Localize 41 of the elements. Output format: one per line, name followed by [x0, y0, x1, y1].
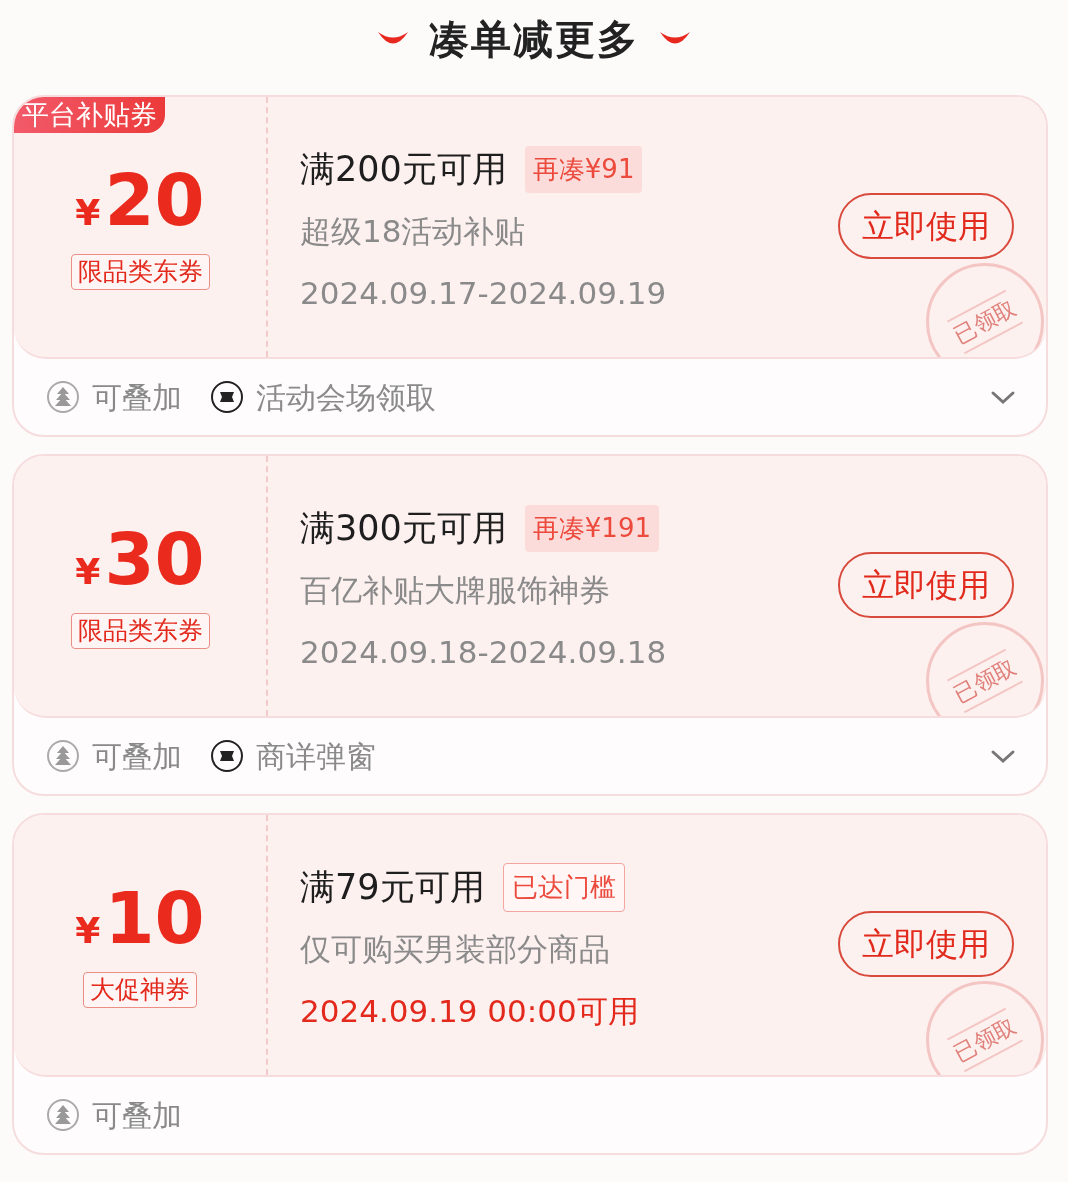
use-now-button[interactable]: 立即使用 — [838, 911, 1014, 977]
threshold-label: 再凑¥91 — [524, 145, 643, 193]
corner-tag: 平台补贴券 — [14, 97, 165, 133]
claimed-stamp: 已领取 — [926, 263, 1044, 357]
coupon-tag: 限品类东券 — [70, 613, 210, 649]
validity-date: 2024.09.19 00:00可用 — [300, 992, 639, 1031]
currency-symbol: ¥ — [75, 909, 101, 953]
coupon-description: 仅可购买男装部分商品 — [300, 929, 610, 969]
claimed-stamp: 已领取 — [926, 622, 1044, 716]
ticket-icon — [210, 380, 244, 414]
currency-symbol: ¥ — [75, 191, 101, 235]
threshold-label: 再凑¥191 — [524, 504, 659, 552]
validity-date: 2024.09.17-2024.09.19 — [300, 274, 667, 313]
coupon-description: 超级18活动补贴 — [300, 211, 526, 251]
source-label: 活动会场领取 — [256, 378, 436, 417]
coupon-condition: 满300元可用 — [300, 507, 507, 550]
use-now-button[interactable]: 立即使用 — [838, 193, 1014, 259]
stackable-label: 可叠加 — [92, 378, 182, 417]
coupon-amount: 10 — [104, 882, 205, 954]
ticket-icon — [210, 739, 244, 773]
use-now-button[interactable]: 立即使用 — [838, 552, 1014, 618]
chevron-down-icon[interactable] — [990, 748, 1016, 765]
stack-icon — [46, 380, 80, 414]
stackable-label: 可叠加 — [92, 1096, 182, 1135]
coupon-description: 百亿补贴大牌服饰神券 — [300, 570, 610, 610]
claimed-stamp: 已领取 — [926, 981, 1044, 1075]
coupon-amount: 30 — [104, 523, 205, 595]
section-title: 凑单减更多 — [429, 15, 639, 64]
source-label: 商详弹窗 — [256, 737, 376, 776]
coupon-tag: 限品类东券 — [70, 254, 210, 290]
threshold-label: 已达门槛 — [502, 862, 625, 912]
coupon-condition: 满79元可用 — [300, 866, 485, 909]
stack-icon — [46, 739, 80, 773]
coupon-condition: 满200元可用 — [300, 148, 507, 191]
stack-icon — [46, 1098, 80, 1132]
currency-symbol: ¥ — [75, 550, 101, 594]
validity-date: 2024.09.18-2024.09.18 — [300, 633, 667, 672]
stackable-label: 可叠加 — [92, 737, 182, 776]
coupon-amount: 20 — [104, 164, 205, 236]
chevron-down-icon[interactable] — [990, 389, 1016, 406]
coupon-tag: 大促神券 — [83, 972, 197, 1008]
